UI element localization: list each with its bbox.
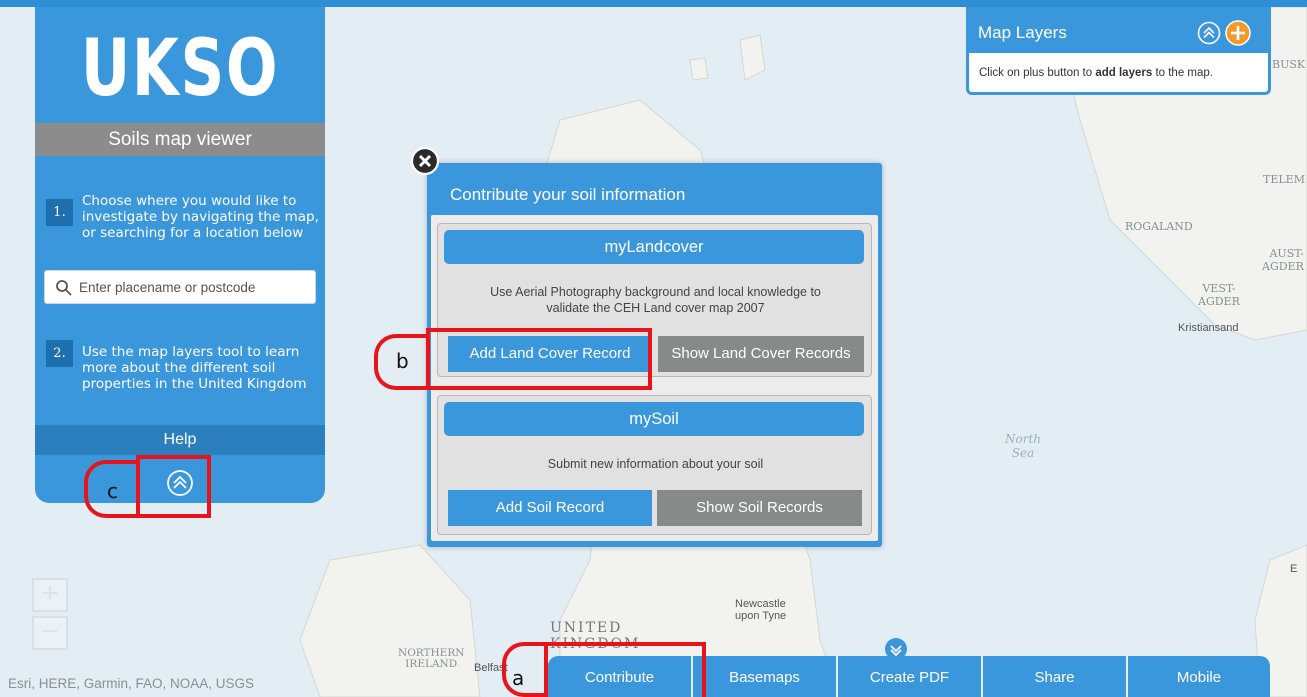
show-soil-records-button[interactable]: Show Soil Records	[657, 490, 862, 526]
step-1-number: 1.	[46, 199, 73, 226]
annotation-b-box	[426, 328, 652, 390]
map-layers-collapse-icon[interactable]	[1197, 21, 1221, 45]
annotation-c-box	[136, 455, 211, 518]
search-box	[44, 270, 316, 304]
basemaps-button[interactable]: Basemaps	[693, 656, 836, 697]
annotation-a-marker	[502, 642, 548, 697]
search-icon[interactable]	[55, 279, 73, 297]
map-label-edge: E	[1290, 563, 1298, 575]
annotation-b-label: b	[396, 349, 409, 373]
zoom-in-button[interactable]: +	[32, 578, 68, 612]
map-layers-header: Map Layers	[969, 7, 1268, 53]
map-label-northern-ireland: NORTHERN IRELAND	[398, 647, 465, 670]
landcover-description: Use Aerial Photography background and lo…	[490, 285, 821, 315]
map-layers-hint: Click on plus button to add layers to th…	[979, 67, 1213, 79]
add-soil-record-button[interactable]: Add Soil Record	[448, 490, 652, 526]
zoom-out-button[interactable]: −	[32, 616, 68, 650]
search-input[interactable]	[79, 271, 309, 303]
show-land-cover-records-button[interactable]: Show Land Cover Records	[658, 336, 864, 372]
share-button[interactable]: Share	[983, 656, 1126, 697]
top-accent-bar	[0, 0, 1307, 7]
soil-header: mySoil	[444, 402, 864, 436]
annotation-a-box	[544, 642, 706, 697]
map-label-rogaland: ROGALAND	[1125, 220, 1193, 233]
annotation-c-label: c	[107, 479, 118, 503]
step-2-number: 2.	[46, 340, 73, 367]
map-label-telemark: TELEM	[1263, 173, 1305, 186]
sidebar-panel: UKSO Soils map viewer 1. Choose where yo…	[35, 7, 325, 503]
add-layer-icon[interactable]	[1225, 20, 1251, 46]
map-label-vest-agder: VEST- AGDER	[1198, 282, 1240, 308]
map-layers-title: Map Layers	[978, 23, 1067, 42]
dialog-title: Contribute your soil information	[450, 185, 686, 204]
annotation-a-label: a	[512, 666, 525, 690]
app-logo: UKSO	[80, 24, 280, 114]
map-label-kristiansand: Kristiansand	[1178, 322, 1239, 334]
map-label-newcastle: Newcastle upon Tyne	[735, 598, 787, 622]
create-pdf-button[interactable]: Create PDF	[838, 656, 981, 697]
app-subtitle: Soils map viewer	[35, 123, 325, 156]
map-label-north-sea: North Sea	[1005, 432, 1042, 460]
soil-card: mySoil Submit new information about your…	[437, 395, 872, 535]
step-2-text: Use the map layers tool to learn more ab…	[82, 344, 307, 392]
mobile-button[interactable]: Mobile	[1128, 656, 1270, 697]
soil-description: Submit new information about your soil	[547, 457, 764, 471]
map-attribution: Esri, HERE, Garmin, FAO, NOAA, USGS	[8, 676, 255, 691]
map-label-busk: BUSK	[1272, 58, 1306, 71]
close-dialog-icon[interactable]	[410, 146, 440, 176]
landcover-header: myLandcover	[444, 230, 864, 264]
help-button[interactable]: Help	[35, 425, 325, 455]
step-1-text: Choose where you would like to investiga…	[82, 193, 319, 241]
map-label-aust-agder: AUST- AGDER	[1262, 247, 1304, 273]
map-layers-widget: Map Layers Click on plus button to add l…	[966, 7, 1271, 95]
